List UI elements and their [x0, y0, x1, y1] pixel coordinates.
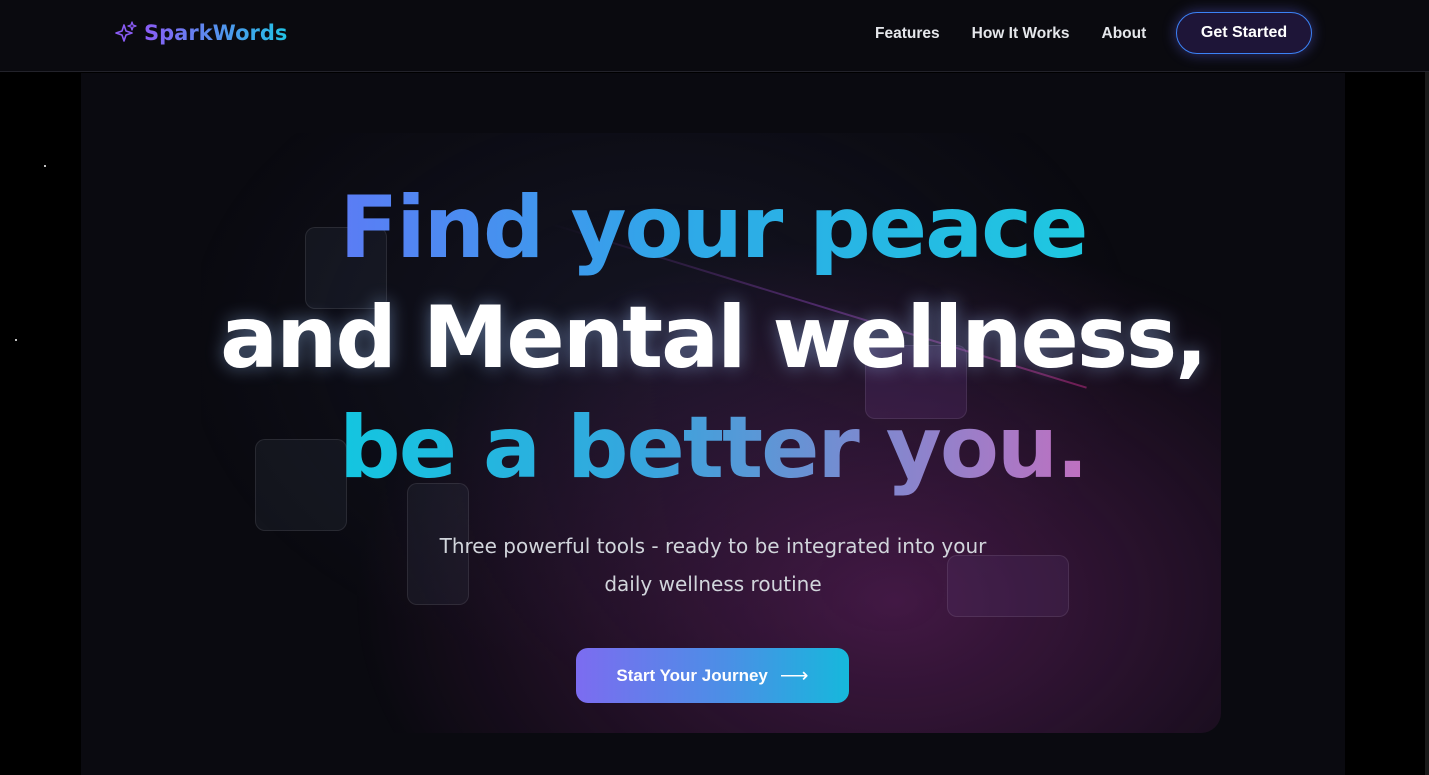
get-started-button[interactable]: Get Started: [1176, 12, 1312, 54]
nav-link-about[interactable]: About: [1102, 25, 1147, 43]
star-dot: [15, 339, 17, 341]
headline-line-1: Find your peace: [339, 178, 1089, 278]
brand-logo[interactable]: SparkWords: [112, 20, 287, 46]
top-navigation: SparkWords Features How It Works About G…: [0, 0, 1429, 72]
star-dot: [44, 165, 46, 167]
nav-link-features[interactable]: Features: [875, 25, 940, 43]
headline-line-3: be a better you.: [339, 398, 1089, 498]
headline-line-2: and Mental wellness,: [220, 288, 1208, 388]
subtitle-line-2: daily wellness routine: [604, 572, 822, 596]
hero-section: Find your peace and Mental wellness, be …: [81, 73, 1345, 775]
start-journey-button[interactable]: Start Your Journey ⟶: [576, 648, 849, 703]
start-journey-label: Start Your Journey: [616, 665, 768, 685]
brand-name: SparkWords: [144, 21, 288, 45]
hero-subtitle: Three powerful tools - ready to be integ…: [413, 527, 1013, 603]
sparkles-icon: [115, 21, 137, 42]
subtitle-line-1: Three powerful tools - ready to be integ…: [439, 534, 987, 558]
nav-link-how-it-works[interactable]: How It Works: [972, 25, 1070, 43]
arrow-right-icon: ⟶: [779, 665, 809, 687]
window-edge: [1425, 0, 1429, 775]
nav-links: Features How It Works About: [875, 25, 1146, 43]
